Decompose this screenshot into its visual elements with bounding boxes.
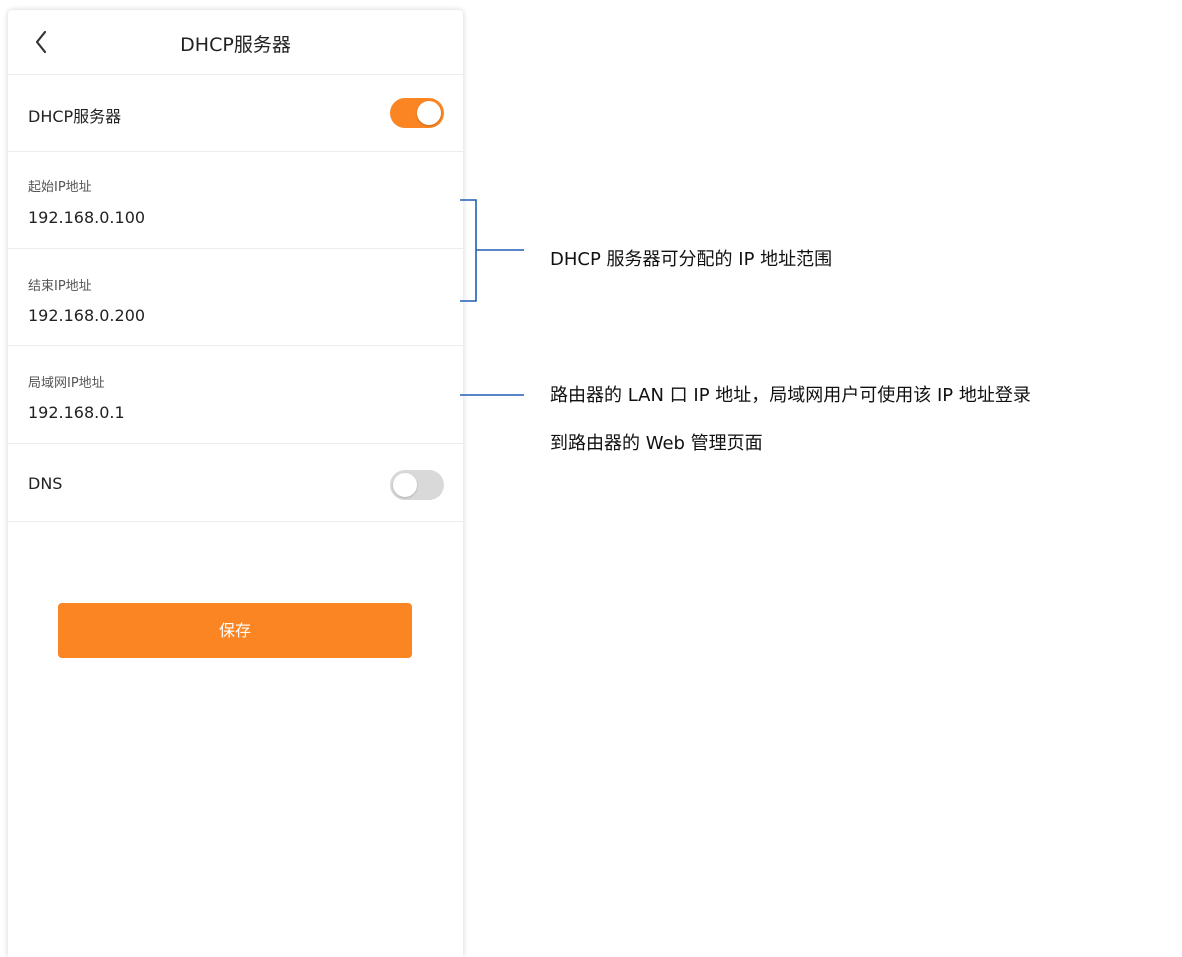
ip-range-bracket — [460, 199, 524, 302]
lan-ip-row[interactable]: 局域网IP地址 192.168.0.1 — [8, 346, 463, 444]
start-ip-value[interactable]: 192.168.0.100 — [28, 208, 145, 227]
ip-range-annotation: DHCP 服务器可分配的 IP 地址范围 — [550, 249, 833, 270]
start-ip-row[interactable]: 起始IP地址 192.168.0.100 — [8, 152, 463, 249]
lan-ip-annotation-line1: 路由器的 LAN 口 IP 地址，局域网用户可使用该 IP 地址登录 — [550, 385, 1031, 406]
phone-screen: DHCP服务器 DHCP服务器 起始IP地址 192.168.0.100 结束I… — [8, 10, 463, 957]
dhcp-server-toggle[interactable] — [390, 98, 444, 128]
end-ip-value[interactable]: 192.168.0.200 — [28, 306, 145, 325]
end-ip-row[interactable]: 结束IP地址 192.168.0.200 — [8, 249, 463, 346]
toggle-knob — [393, 473, 417, 497]
dns-label: DNS — [28, 474, 63, 493]
dns-toggle[interactable] — [390, 470, 444, 500]
end-ip-label: 结束IP地址 — [28, 279, 92, 294]
start-ip-label: 起始IP地址 — [28, 180, 92, 195]
navigation-bar: DHCP服务器 — [8, 10, 463, 75]
toggle-knob — [417, 101, 441, 125]
page-title: DHCP服务器 — [180, 34, 291, 56]
dhcp-server-row: DHCP服务器 — [8, 75, 463, 152]
lan-ip-label: 局域网IP地址 — [28, 376, 105, 391]
lan-ip-annotation-line2: 到路由器的 Web 管理页面 — [550, 433, 763, 454]
dhcp-server-label: DHCP服务器 — [28, 107, 122, 126]
dns-row: DNS — [8, 444, 463, 522]
lan-ip-value[interactable]: 192.168.0.1 — [28, 403, 125, 422]
lan-ip-pointer-line — [460, 394, 524, 396]
save-button[interactable]: 保存 — [58, 603, 412, 658]
